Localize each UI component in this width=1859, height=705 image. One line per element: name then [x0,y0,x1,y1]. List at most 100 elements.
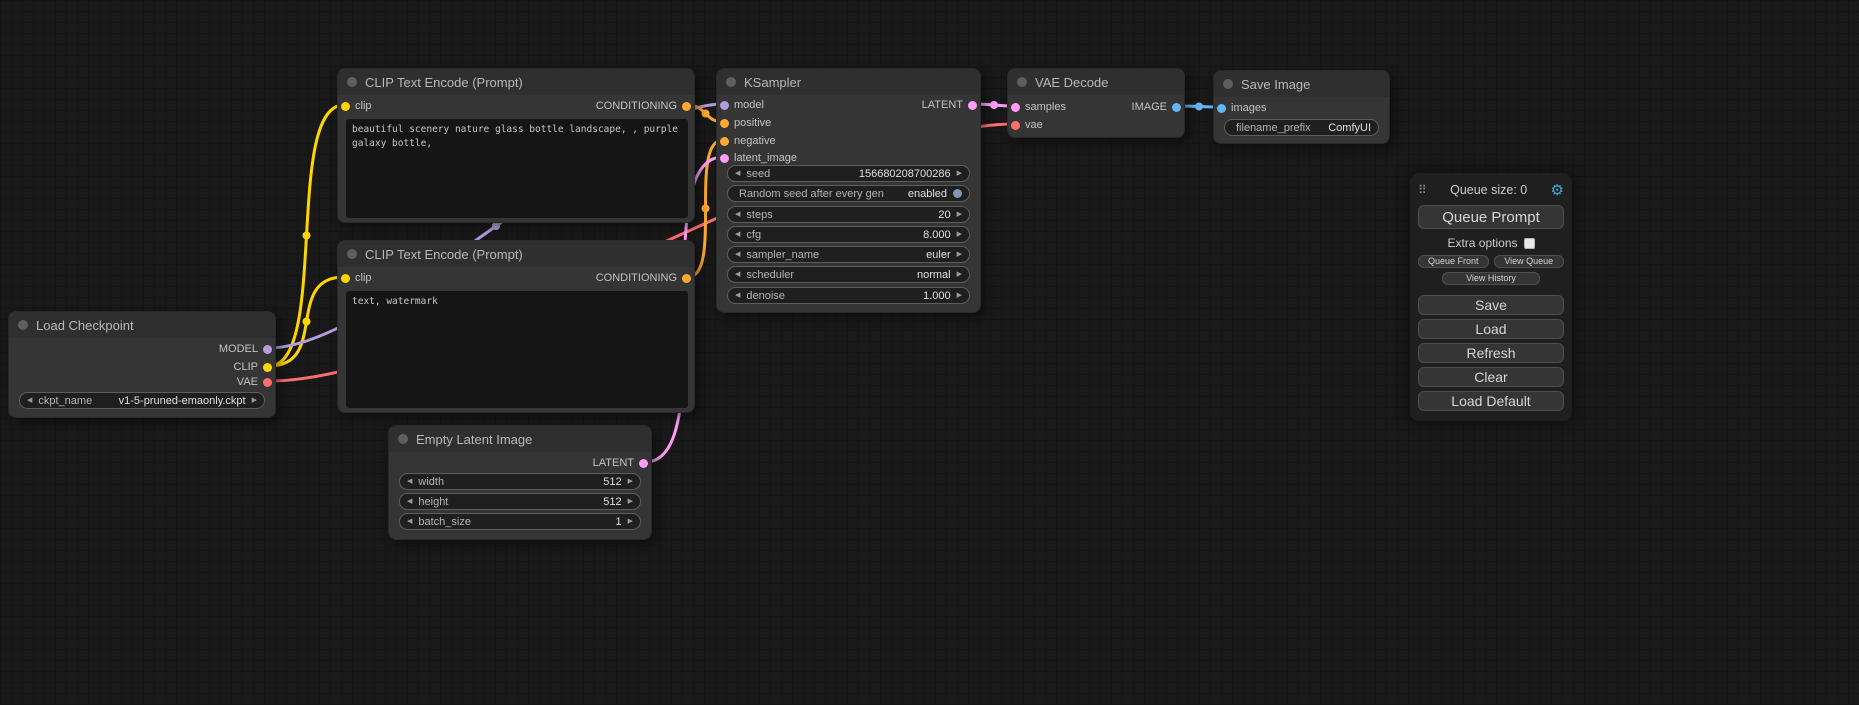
input-dot-samples[interactable] [1011,103,1020,112]
node-title: Empty Latent Image [416,432,532,447]
increment-arrow-icon[interactable]: ▶ [628,478,633,485]
increment-arrow-icon[interactable]: ▶ [252,397,257,404]
collapse-dot-icon[interactable] [398,434,408,444]
decrement-arrow-icon[interactable]: ◀ [735,292,740,299]
drag-handle-icon[interactable]: ⠿ [1418,183,1427,197]
increment-arrow-icon[interactable]: ▶ [628,498,633,505]
output-dot-latent[interactable] [639,459,648,468]
queue-prompt-button[interactable]: Queue Prompt [1418,205,1564,229]
node-graph-canvas[interactable]: Load Checkpoint MODEL CLIP VAE ◀ ckpt_na… [0,0,1859,705]
output-dot-vae[interactable] [263,378,272,387]
increment-arrow-icon[interactable]: ▶ [957,170,962,177]
node-title-bar[interactable]: CLIP Text Encode (Prompt) [338,241,694,267]
input-dot-positive[interactable] [720,119,729,128]
node-title-bar[interactable]: CLIP Text Encode (Prompt) [338,69,694,95]
node-title-bar[interactable]: Load Checkpoint [9,312,275,338]
node-title-bar[interactable]: KSampler [717,69,980,95]
widget-sampler-name[interactable]: ◀ sampler_name euler ▶ [727,246,970,263]
settings-gear-icon[interactable]: ⚙ [1551,183,1564,198]
queue-size-label: Queue size: 0 [1450,183,1527,197]
node-clip-text-encode-positive[interactable]: CLIP Text Encode (Prompt) clip CONDITION… [337,68,695,223]
collapse-dot-icon[interactable] [1223,79,1233,89]
decrement-arrow-icon[interactable]: ◀ [407,518,412,525]
input-dot-vae[interactable] [1011,121,1020,130]
widget-batch-size[interactable]: ◀ batch_size 1 ▶ [399,513,641,530]
clear-button[interactable]: Clear [1418,367,1564,387]
load-default-button[interactable]: Load Default [1418,391,1564,411]
decrement-arrow-icon[interactable]: ◀ [735,211,740,218]
decrement-arrow-icon[interactable]: ◀ [735,170,740,177]
widget-ckpt-name[interactable]: ◀ ckpt_name v1-5-pruned-emaonly.ckpt ▶ [19,392,265,409]
node-empty-latent-image[interactable]: Empty Latent Image LATENT ◀ width 512 ▶ … [388,425,652,540]
widget-cfg[interactable]: ◀ cfg 8.000 ▶ [727,226,970,243]
decrement-arrow-icon[interactable]: ◀ [735,251,740,258]
widget-filename-prefix[interactable]: filename_prefix ComfyUI [1224,119,1379,136]
decrement-arrow-icon[interactable]: ◀ [407,478,412,485]
extra-options-checkbox[interactable] [1524,238,1535,249]
load-button[interactable]: Load [1418,319,1564,339]
collapse-dot-icon[interactable] [1017,77,1027,87]
collapse-dot-icon[interactable] [726,77,736,87]
output-slot-clip: CLIP [234,359,275,375]
widget-width[interactable]: ◀ width 512 ▶ [399,473,641,490]
output-dot-image[interactable] [1172,103,1181,112]
increment-arrow-icon[interactable]: ▶ [957,292,962,299]
node-save-image[interactable]: Save Image images filename_prefix ComfyU… [1213,70,1390,144]
output-slot-conditioning: CONDITIONING [596,270,694,286]
widget-scheduler[interactable]: ◀ scheduler normal ▶ [727,266,970,283]
output-dot-conditioning[interactable] [682,102,691,111]
input-dot-clip[interactable] [341,274,350,283]
output-dot-latent[interactable] [968,101,977,110]
output-dot-conditioning[interactable] [682,274,691,283]
increment-arrow-icon[interactable]: ▶ [957,231,962,238]
output-slot-latent: LATENT [922,97,980,113]
queue-front-button[interactable]: Queue Front [1418,255,1489,268]
widget-value: v1-5-pruned-emaonly.ckpt [98,395,245,407]
slot-label: latent_image [734,152,797,164]
queue-actions-row: Queue Front View Queue [1418,255,1564,268]
widget-random-seed-toggle[interactable]: Random seed after every gen enabled [727,185,970,202]
widget-label: denoise [746,290,785,302]
collapse-dot-icon[interactable] [347,249,357,259]
positive-prompt-textarea[interactable]: beautiful scenery nature glass bottle la… [346,119,688,218]
collapse-dot-icon[interactable] [347,77,357,87]
view-queue-button[interactable]: View Queue [1494,255,1565,268]
input-dot-latent-image[interactable] [720,154,729,163]
input-dot-images[interactable] [1217,104,1226,113]
save-button[interactable]: Save [1418,295,1564,315]
node-load-checkpoint[interactable]: Load Checkpoint MODEL CLIP VAE ◀ ckpt_na… [8,311,276,418]
widget-denoise[interactable]: ◀ denoise 1.000 ▶ [727,287,970,304]
negative-prompt-textarea[interactable]: text, watermark [346,291,688,408]
refresh-button[interactable]: Refresh [1418,343,1564,363]
widget-steps[interactable]: ◀ steps 20 ▶ [727,206,970,223]
collapse-dot-icon[interactable] [18,320,28,330]
slot-label: model [734,99,764,111]
node-title-bar[interactable]: Save Image [1214,71,1389,97]
input-dot-model[interactable] [720,101,729,110]
increment-arrow-icon[interactable]: ▶ [957,271,962,278]
decrement-arrow-icon[interactable]: ◀ [735,231,740,238]
decrement-arrow-icon[interactable]: ◀ [27,397,32,404]
output-dot-model[interactable] [263,345,272,354]
increment-arrow-icon[interactable]: ▶ [957,211,962,218]
output-dot-clip[interactable] [263,363,272,372]
link-midpoint-dot [990,101,998,109]
node-vae-decode[interactable]: VAE Decode samples vae IMAGE [1007,68,1185,138]
node-clip-text-encode-negative[interactable]: CLIP Text Encode (Prompt) clip CONDITION… [337,240,695,413]
toggle-dot-icon[interactable] [953,189,962,198]
node-title-bar[interactable]: VAE Decode [1008,69,1184,95]
output-slot-latent: LATENT [593,455,651,471]
node-title-bar[interactable]: Empty Latent Image [389,426,651,452]
node-title: KSampler [744,75,801,90]
increment-arrow-icon[interactable]: ▶ [628,518,633,525]
increment-arrow-icon[interactable]: ▶ [957,251,962,258]
widget-seed[interactable]: ◀ seed 156680208700286 ▶ [727,165,970,182]
widget-label: width [418,476,444,488]
view-history-button[interactable]: View History [1442,272,1540,285]
decrement-arrow-icon[interactable]: ◀ [407,498,412,505]
input-dot-clip[interactable] [341,102,350,111]
node-ksampler[interactable]: KSampler model positive negative latent_… [716,68,981,313]
decrement-arrow-icon[interactable]: ◀ [735,271,740,278]
widget-height[interactable]: ◀ height 512 ▶ [399,493,641,510]
input-dot-negative[interactable] [720,137,729,146]
